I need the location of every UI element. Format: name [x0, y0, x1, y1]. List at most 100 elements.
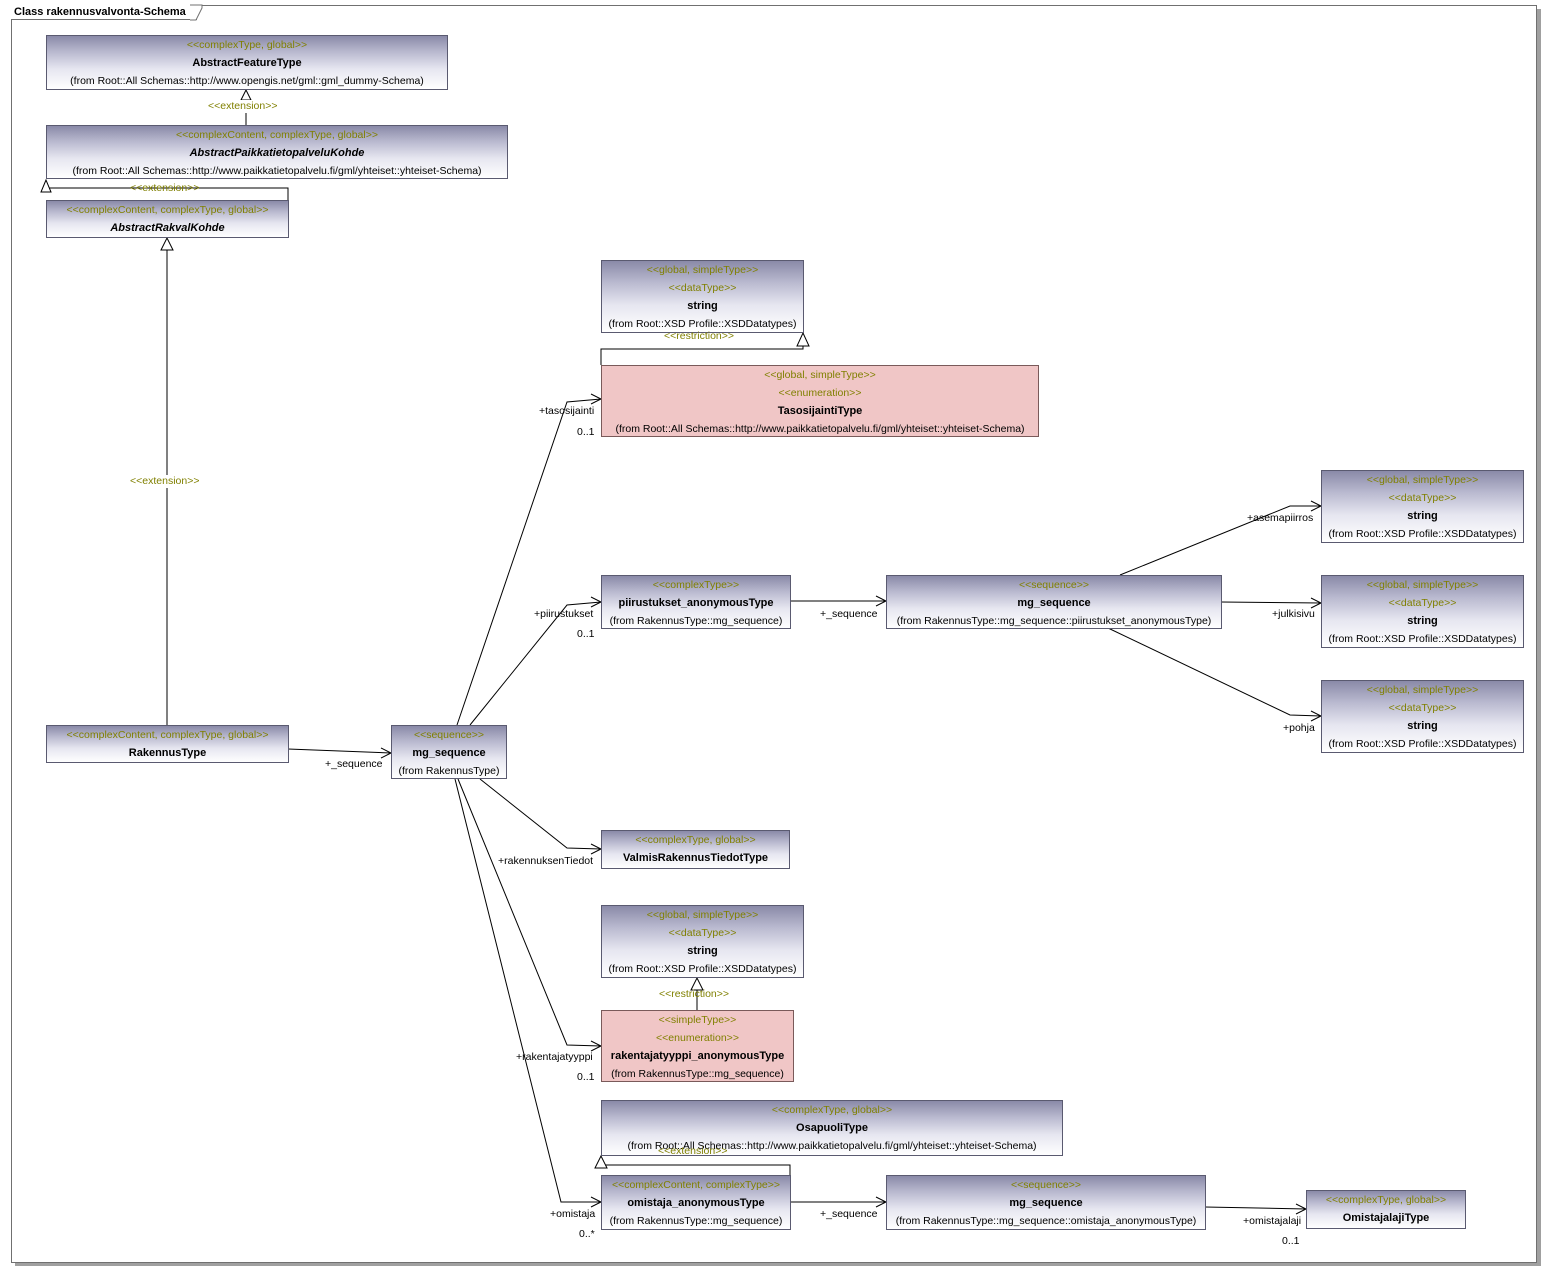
class-omistajalaji-type[interactable]: <<complexType, global>> OmistajalajiType [1306, 1190, 1466, 1229]
class-name: string [1407, 510, 1438, 522]
class-name: AbstractFeatureType [192, 57, 302, 69]
role-label-sequence-main: +_sequence [325, 758, 383, 770]
class-stereotype: <<complexType, global>> [771, 1104, 893, 1116]
extension-label-2: <<extension>> [130, 182, 200, 194]
assoc-tasosijainti[interactable] [456, 398, 602, 726]
role-label-omistajalaji: +omistajalaji [1243, 1215, 1302, 1227]
class-stereotype: <<sequence>> [1018, 579, 1090, 591]
class-name: OsapuoliType [796, 1122, 868, 1134]
assoc-julkisivu[interactable] [1220, 601, 1322, 604]
multiplicity-tasosijainti: 0..1 [577, 426, 595, 438]
class-origin: (from RakennusType::mg_sequence) [611, 1068, 784, 1080]
class-stereotype: <<dataType>> [1388, 702, 1457, 714]
assoc-rakentajatyyppi[interactable] [457, 778, 602, 1047]
class-string-mid[interactable]: <<global, simpleType>> <<dataType>> stri… [601, 905, 804, 978]
extension-line-4[interactable] [600, 1156, 791, 1175]
class-string-pohja[interactable]: <<global, simpleType>> <<dataType>> stri… [1321, 680, 1524, 753]
restriction-label-1: <<restriction>> [664, 330, 735, 342]
class-name: rakentajatyyppi_anonymousType [610, 1050, 785, 1062]
class-omistaja-anonymous-type[interactable]: <<complexContent, complexType>> omistaja… [601, 1175, 791, 1230]
class-stereotype: <<global, simpleType>> [646, 909, 759, 921]
multiplicity-piirustukset: 0..1 [577, 628, 595, 640]
class-origin: (from RakennusType::mg_sequence::omistaj… [895, 1215, 1197, 1227]
restriction-label-2: <<restriction>> [659, 988, 730, 1000]
class-valmis-rakennus-tiedot-type[interactable]: <<complexType, global>> ValmisRakennusTi… [601, 830, 790, 869]
class-mg-sequence-main[interactable]: <<sequence>> mg_sequence (from RakennusT… [391, 725, 507, 779]
class-name: mg_sequence [1009, 1197, 1083, 1209]
class-stereotype: <<global, simpleType>> [1366, 684, 1479, 696]
class-origin: (from Root::All Schemas::http://www.open… [70, 75, 424, 87]
restriction-line-1[interactable] [600, 346, 804, 365]
class-name: piirustukset_anonymousType [618, 597, 774, 609]
class-name: ValmisRakennusTiedotType [622, 852, 769, 864]
extension-arrowhead-4 [594, 1154, 608, 1169]
class-string-top[interactable]: <<global, simpleType>> <<dataType>> stri… [601, 260, 804, 333]
class-origin: (from Root::All Schemas::http://www.paik… [615, 423, 1025, 435]
class-name: string [1407, 720, 1438, 732]
role-label-sequence-piirustukset: +_sequence [820, 608, 878, 620]
class-name: AbstractRakvalKohde [110, 222, 225, 234]
class-rakentajatyyppi-anonymous-type[interactable]: <<simpleType>> <<enumeration>> rakentaja… [601, 1010, 794, 1082]
class-stereotype: <<complexType, global>> [186, 39, 308, 51]
class-stereotype: <<complexType, global>> [635, 834, 756, 846]
role-label-asemapiirros: +asemapiirros [1247, 512, 1314, 524]
class-origin: (from Root::XSD Profile::XSDDatatypes) [608, 963, 797, 975]
extension-arrowhead-2 [40, 178, 52, 193]
class-stereotype: <<global, simpleType>> [764, 369, 876, 381]
class-name: mg_sequence [412, 747, 486, 759]
extension-arrowhead-3 [160, 236, 174, 251]
role-label-rakentajatyyppi: +rakentajatyyppi [516, 1051, 593, 1063]
class-name: omistaja_anonymousType [627, 1197, 765, 1209]
class-string-asemapiirros[interactable]: <<global, simpleType>> <<dataType>> stri… [1321, 470, 1524, 543]
class-stereotype: <<global, simpleType>> [1366, 474, 1479, 486]
frame-title-notch [190, 4, 203, 21]
class-stereotype: <<complexType>> [652, 579, 740, 591]
assoc-rakennuksen-tiedot[interactable] [479, 778, 602, 850]
class-stereotype: <<complexContent, complexType>> [611, 1179, 781, 1191]
class-name: TasosijaintiType [777, 405, 863, 417]
class-stereotype: <<complexContent, complexType, global>> [176, 129, 378, 141]
class-stereotype: <<sequence>> [413, 729, 485, 741]
class-origin: (from RakennusType::mg_sequence) [609, 1215, 783, 1227]
extension-label-4: <<extension>> [658, 1145, 728, 1157]
class-mg-sequence-piirustukset[interactable]: <<sequence>> mg_sequence (from RakennusT… [886, 575, 1222, 629]
multiplicity-rakentajatyyppi: 0..1 [577, 1071, 595, 1083]
assoc-pohja[interactable] [1107, 627, 1322, 717]
role-label-piirustukset: +piirustukset [534, 608, 594, 620]
assoc-omistajalaji[interactable] [1204, 1206, 1307, 1210]
extension-arrowhead-1 [240, 88, 252, 101]
class-origin: (from Root::XSD Profile::XSDDatatypes) [1328, 633, 1517, 645]
class-stereotype: <<dataType>> [668, 927, 737, 939]
class-stereotype: <<complexType, global>> [1325, 1194, 1447, 1206]
class-name: string [1407, 615, 1438, 627]
class-stereotype: <<enumeration>> [656, 1032, 739, 1044]
class-origin: (from RakennusType::mg_sequence::piirust… [896, 615, 1212, 627]
class-stereotype: <<dataType>> [1388, 597, 1457, 609]
class-stereotype: <<dataType>> [668, 282, 737, 294]
assoc-omistaja[interactable] [454, 778, 601, 1203]
class-stereotype: <<enumeration>> [778, 387, 862, 399]
class-origin: (from Root::XSD Profile::XSDDatatypes) [1328, 528, 1517, 540]
class-piirustukset-anonymous-type[interactable]: <<complexType>> piirustukset_anonymousTy… [601, 575, 791, 629]
class-string-julkisivu[interactable]: <<global, simpleType>> <<dataType>> stri… [1321, 575, 1524, 648]
class-name: mg_sequence [1017, 597, 1091, 609]
role-label-sequence-omistaja: +_sequence [820, 1208, 878, 1220]
extension-label-1: <<extension>> [208, 100, 278, 113]
class-stereotype: <<complexContent, complexType, global>> [66, 729, 269, 741]
class-name: RakennusType [128, 747, 207, 759]
role-label-omistaja: +omistaja [550, 1208, 596, 1220]
assoc-rakennus-sequence[interactable] [287, 748, 392, 754]
class-tasosijainti-type[interactable]: <<global, simpleType>> <<enumeration>> T… [601, 365, 1039, 437]
class-stereotype: <<complexContent, complexType, global>> [66, 204, 269, 216]
class-name: OmistajalajiType [1342, 1212, 1430, 1224]
class-origin: (from RakennusType::mg_sequence) [609, 615, 783, 627]
class-origin: (from Root::All Schemas::http://www.paik… [72, 165, 482, 177]
class-rakennus-type[interactable]: <<complexContent, complexType, global>> … [46, 725, 289, 763]
class-abstract-rakval-kohde[interactable]: <<complexContent, complexType, global>> … [46, 200, 289, 238]
class-mg-sequence-omistaja[interactable]: <<sequence>> mg_sequence (from RakennusT… [886, 1175, 1206, 1230]
class-abstract-paikkatietopalvelu-kohde[interactable]: <<complexContent, complexType, global>> … [46, 125, 508, 179]
class-stereotype: <<simpleType>> [658, 1014, 737, 1026]
class-name: string [687, 300, 718, 312]
role-label-rakennuksen-tiedot: +rakennuksenTiedot [498, 855, 594, 867]
class-abstract-feature-type[interactable]: <<complexType, global>> AbstractFeatureT… [46, 35, 448, 90]
